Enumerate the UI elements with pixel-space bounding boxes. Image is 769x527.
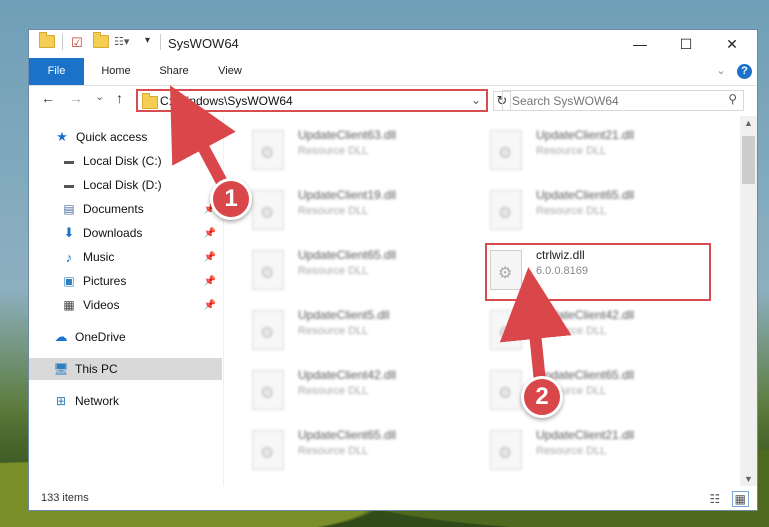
callout-badge-1: 1 xyxy=(210,178,252,220)
arrow-2 xyxy=(499,267,572,388)
tutorial-arrows xyxy=(170,85,572,388)
callout-badge-2: 2 xyxy=(521,376,563,418)
arrow-1 xyxy=(170,85,236,194)
